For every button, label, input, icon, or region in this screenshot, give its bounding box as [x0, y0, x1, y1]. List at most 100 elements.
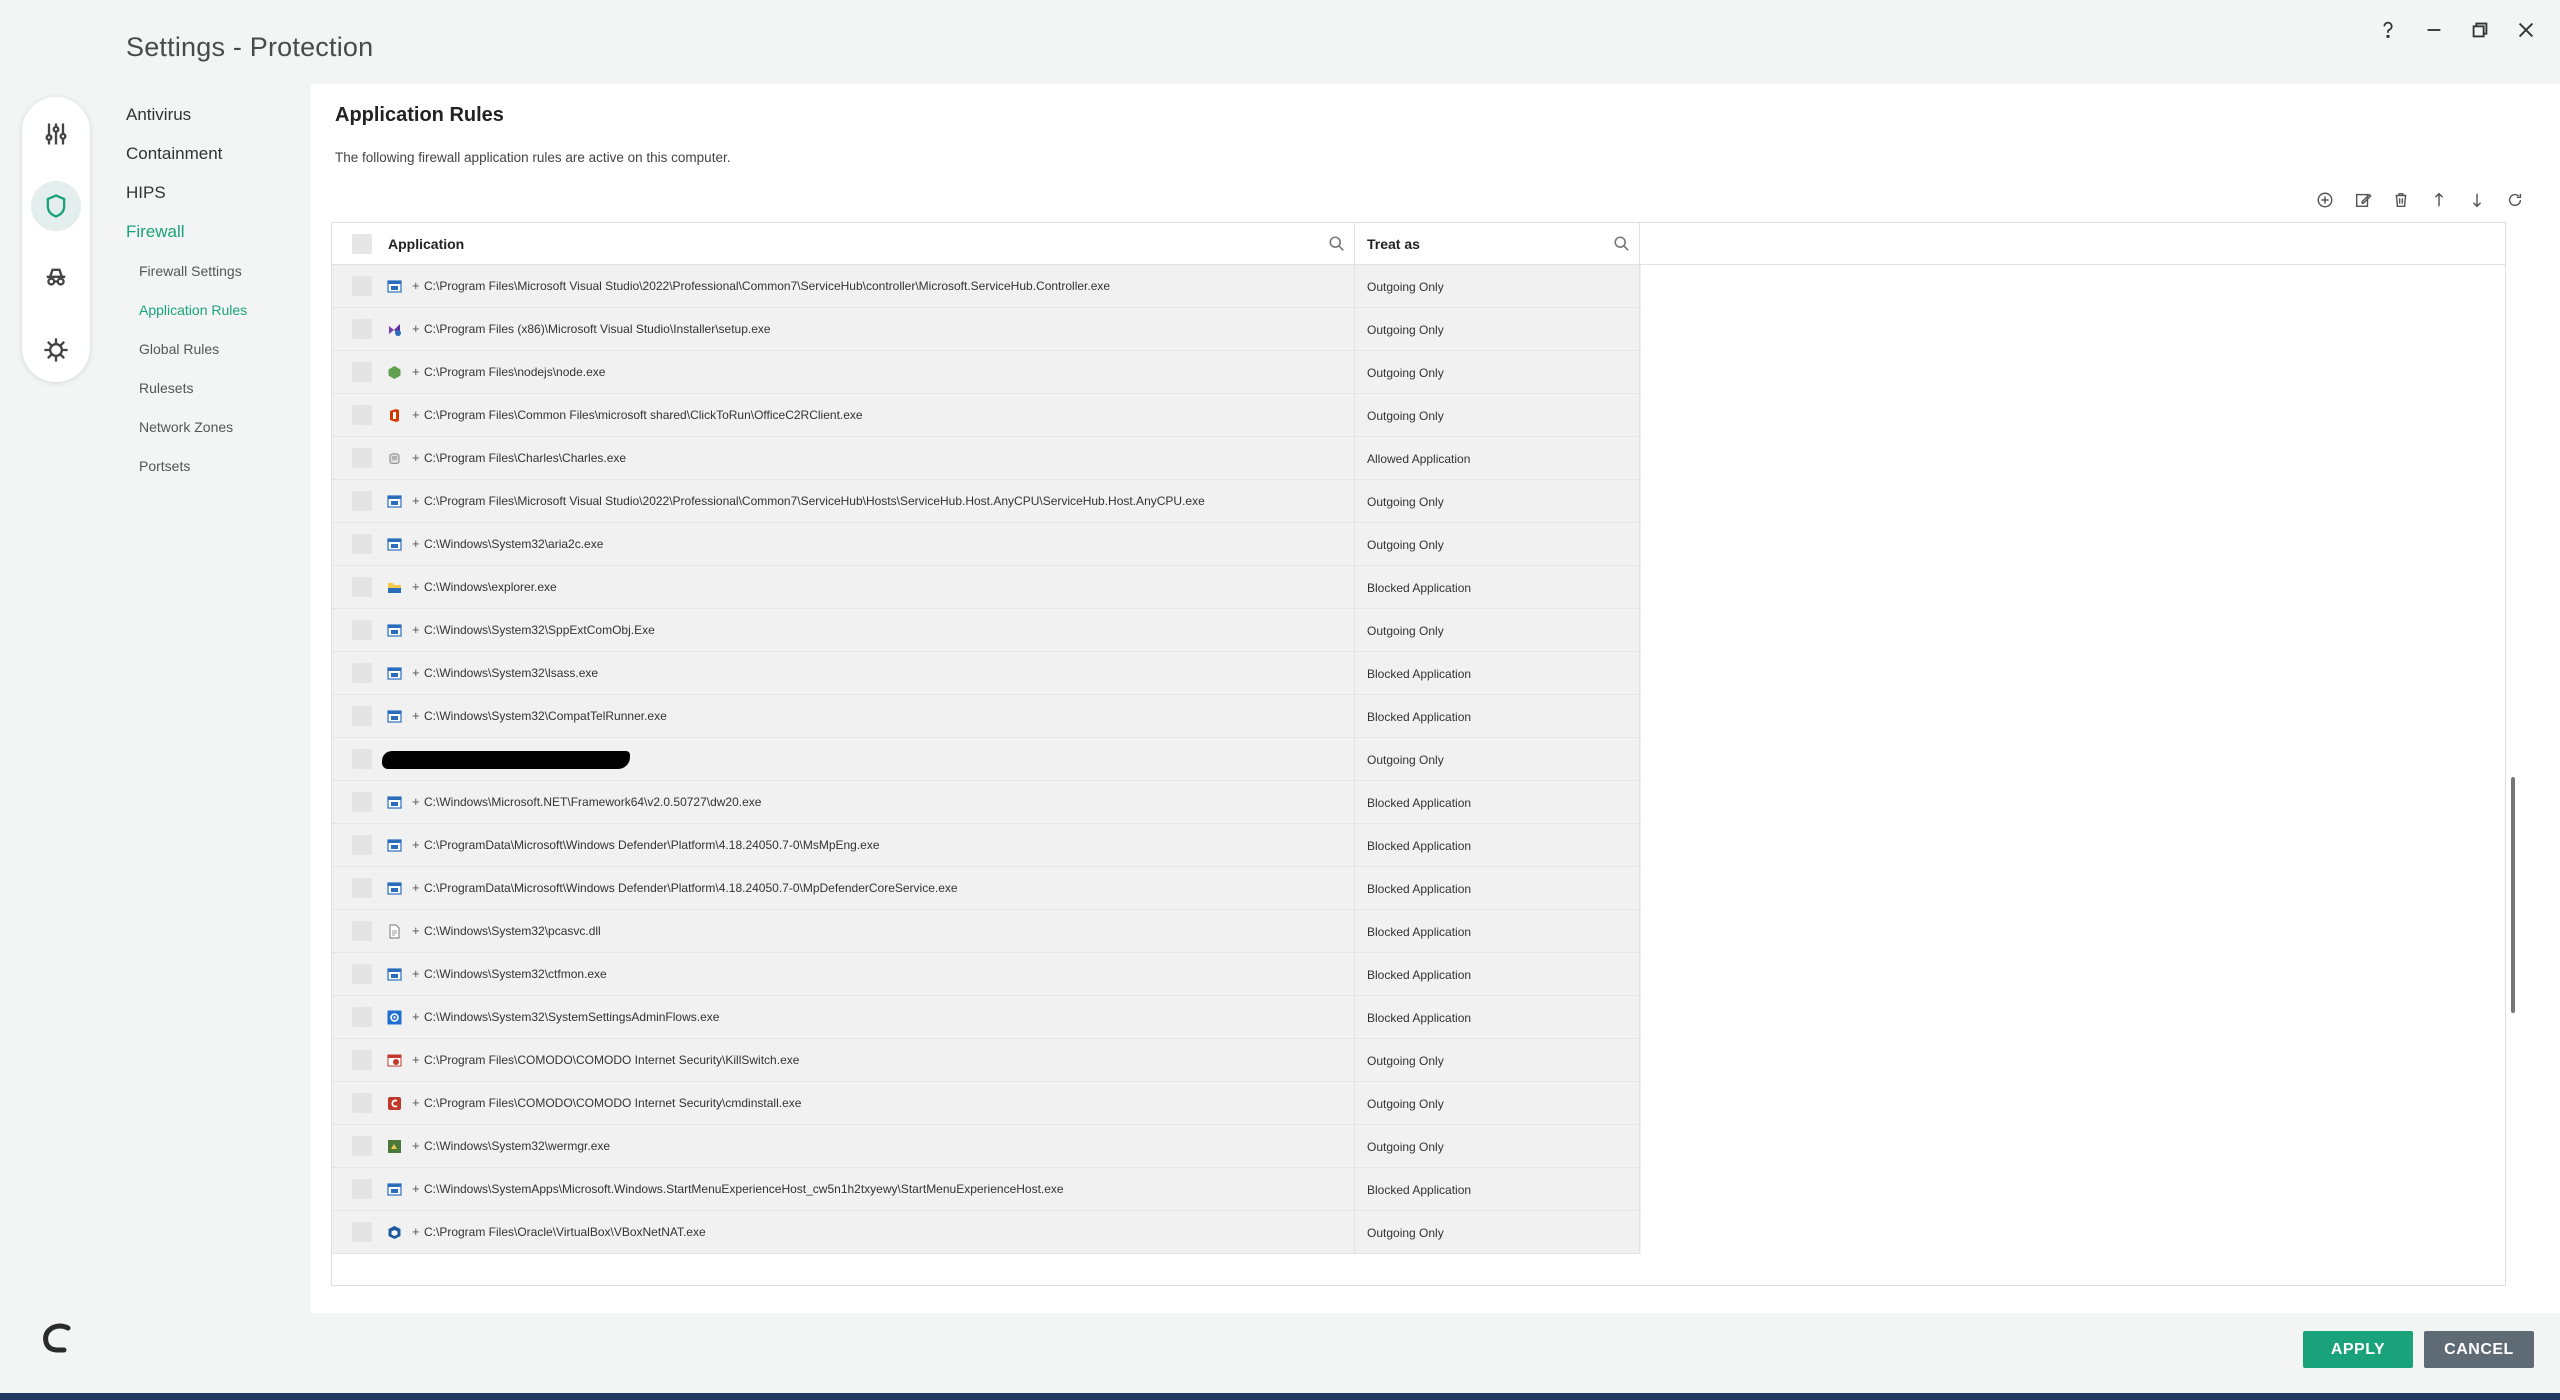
- table-row[interactable]: Outgoing Only: [332, 738, 1641, 781]
- row-checkbox[interactable]: [352, 620, 372, 640]
- row-checkbox[interactable]: [352, 964, 372, 984]
- row-checkbox[interactable]: [352, 319, 372, 339]
- search-icon[interactable]: [1613, 235, 1631, 253]
- protection-shield-icon[interactable]: [31, 181, 81, 231]
- refresh-icon[interactable]: [2505, 190, 2525, 210]
- row-checkbox[interactable]: [352, 491, 372, 511]
- nav-containment[interactable]: Containment: [126, 141, 306, 180]
- row-checkbox[interactable]: [352, 448, 372, 468]
- row-checkbox[interactable]: [352, 792, 372, 812]
- expand-plus-icon[interactable]: +: [412, 708, 420, 723]
- table-row[interactable]: + C:\Program Files\Microsoft Visual Studi…: [332, 480, 1641, 523]
- row-checkbox[interactable]: [352, 1179, 372, 1199]
- edit-icon[interactable]: [2353, 190, 2373, 210]
- nav-firewall-settings[interactable]: Firewall Settings: [126, 258, 306, 297]
- expand-plus-icon[interactable]: +: [412, 364, 420, 379]
- table-row[interactable]: + C:\Windows\SystemApps\Microsoft.Windows…: [332, 1168, 1641, 1211]
- expand-plus-icon[interactable]: +: [412, 1009, 420, 1024]
- nav-portsets[interactable]: Portsets: [126, 453, 306, 492]
- table-row[interactable]: + C:\Program Files\Microsoft Visual Studi…: [332, 265, 1641, 308]
- row-checkbox[interactable]: [352, 1050, 372, 1070]
- table-row[interactable]: + C:\Program Files\nodejs\node.exe Outgoin…: [332, 351, 1641, 394]
- expand-plus-icon[interactable]: +: [412, 794, 420, 809]
- nav-hips[interactable]: HIPS: [126, 180, 306, 219]
- table-row[interactable]: + C:\Program Files (x86)\Microsoft Visual…: [332, 308, 1641, 351]
- expand-plus-icon[interactable]: +: [412, 321, 420, 336]
- table-row[interactable]: + C:\Windows\System32\wermgr.exe Outgoing …: [332, 1125, 1641, 1168]
- expand-plus-icon[interactable]: +: [412, 1052, 420, 1067]
- row-checkbox[interactable]: [352, 663, 372, 683]
- table-row[interactable]: + C:\ProgramData\Microsoft\Windows Defend…: [332, 824, 1641, 867]
- row-checkbox[interactable]: [352, 878, 372, 898]
- table-row[interactable]: + C:\Windows\System32\SystemSettingsAdmin…: [332, 996, 1641, 1039]
- add-icon[interactable]: [2315, 190, 2335, 210]
- row-checkbox[interactable]: [352, 276, 372, 296]
- expand-plus-icon[interactable]: +: [412, 1095, 420, 1110]
- expand-plus-icon[interactable]: +: [412, 923, 420, 938]
- table-row[interactable]: + C:\Windows\Microsoft.NET\Framework64\v2…: [332, 781, 1641, 824]
- expand-plus-icon[interactable]: +: [412, 622, 420, 637]
- expand-plus-icon[interactable]: +: [412, 966, 420, 981]
- row-checkbox[interactable]: [352, 1222, 372, 1242]
- nav-firewall[interactable]: Firewall: [126, 219, 306, 258]
- table-row[interactable]: + C:\Windows\System32\pcasvc.dll Blocked A…: [332, 910, 1641, 953]
- nav-antivirus[interactable]: Antivirus: [126, 102, 306, 141]
- expand-plus-icon[interactable]: +: [412, 665, 420, 680]
- row-checkbox[interactable]: [352, 706, 372, 726]
- apply-button[interactable]: APPLY: [2303, 1331, 2413, 1368]
- move-up-icon[interactable]: [2429, 190, 2449, 210]
- table-row[interactable]: + C:\Windows\System32\ctfmon.exe Blocked A…: [332, 953, 1641, 996]
- help-icon[interactable]: [2372, 14, 2404, 46]
- row-checkbox[interactable]: [352, 534, 372, 554]
- close-icon[interactable]: [2510, 14, 2542, 46]
- table-row[interactable]: + C:\Program Files\COMODO\COMODO Internet…: [332, 1082, 1641, 1125]
- row-checkbox[interactable]: [352, 1136, 372, 1156]
- column-application[interactable]: Application: [332, 223, 1355, 265]
- expand-plus-icon[interactable]: +: [412, 450, 420, 465]
- expand-plus-icon[interactable]: +: [412, 536, 420, 551]
- select-all-checkbox[interactable]: [352, 233, 372, 254]
- table-row[interactable]: + C:\Windows\System32\aria2c.exe Outgoing …: [332, 523, 1641, 566]
- restore-icon[interactable]: [2464, 14, 2496, 46]
- row-checkbox[interactable]: [352, 749, 372, 769]
- table-row[interactable]: + C:\Windows\System32\CompatTelRunner.exe…: [332, 695, 1641, 738]
- general-settings-icon[interactable]: [31, 109, 81, 159]
- table-row[interactable]: + C:\Windows\System32\SppExtComObj.Exe Out…: [332, 609, 1641, 652]
- expand-plus-icon[interactable]: +: [412, 579, 420, 594]
- advanced-virus-icon[interactable]: [31, 325, 81, 375]
- vertical-scrollbar[interactable]: [2511, 777, 2515, 1013]
- row-checkbox[interactable]: [352, 405, 372, 425]
- table-row[interactable]: + C:\Program Files\Charles\Charles.exe All…: [332, 437, 1641, 480]
- expand-plus-icon[interactable]: +: [412, 880, 420, 895]
- row-checkbox[interactable]: [352, 1093, 372, 1113]
- row-checkbox[interactable]: [352, 577, 372, 597]
- move-down-icon[interactable]: [2467, 190, 2487, 210]
- expand-plus-icon[interactable]: +: [412, 278, 420, 293]
- row-checkbox[interactable]: [352, 1007, 372, 1027]
- search-icon[interactable]: [1328, 235, 1346, 253]
- expand-plus-icon[interactable]: +: [412, 407, 420, 422]
- table-row[interactable]: + C:\ProgramData\Microsoft\Windows Defend…: [332, 867, 1641, 910]
- cancel-button[interactable]: CANCEL: [2424, 1331, 2534, 1368]
- row-checkbox[interactable]: [352, 921, 372, 941]
- nav-network-zones[interactable]: Network Zones: [126, 414, 306, 453]
- delete-icon[interactable]: [2391, 190, 2411, 210]
- expand-plus-icon[interactable]: +: [412, 1138, 420, 1153]
- row-checkbox[interactable]: [352, 835, 372, 855]
- table-row[interactable]: + C:\Windows\explorer.exe Blocked Applicat…: [332, 566, 1641, 609]
- table-row[interactable]: + C:\Program Files\COMODO\COMODO Internet…: [332, 1039, 1641, 1082]
- nav-application-rules[interactable]: Application Rules: [126, 297, 306, 336]
- expand-plus-icon[interactable]: +: [412, 837, 420, 852]
- expand-plus-icon[interactable]: +: [412, 1181, 420, 1196]
- nav-rulesets[interactable]: Rulesets: [126, 375, 306, 414]
- row-checkbox[interactable]: [352, 362, 372, 382]
- privacy-spy-icon[interactable]: [31, 253, 81, 303]
- nav-global-rules[interactable]: Global Rules: [126, 336, 306, 375]
- expand-plus-icon[interactable]: +: [412, 493, 420, 508]
- table-row[interactable]: + C:\Program Files\Common Files\microsoft…: [332, 394, 1641, 437]
- expand-plus-icon[interactable]: +: [412, 1224, 420, 1239]
- minimize-icon[interactable]: [2418, 14, 2450, 46]
- table-row[interactable]: + C:\Program Files\Oracle\VirtualBox\VBox…: [332, 1211, 1641, 1254]
- column-treat-as[interactable]: Treat as: [1355, 223, 1640, 265]
- table-row[interactable]: + C:\Windows\System32\lsass.exe Blocked Ap…: [332, 652, 1641, 695]
